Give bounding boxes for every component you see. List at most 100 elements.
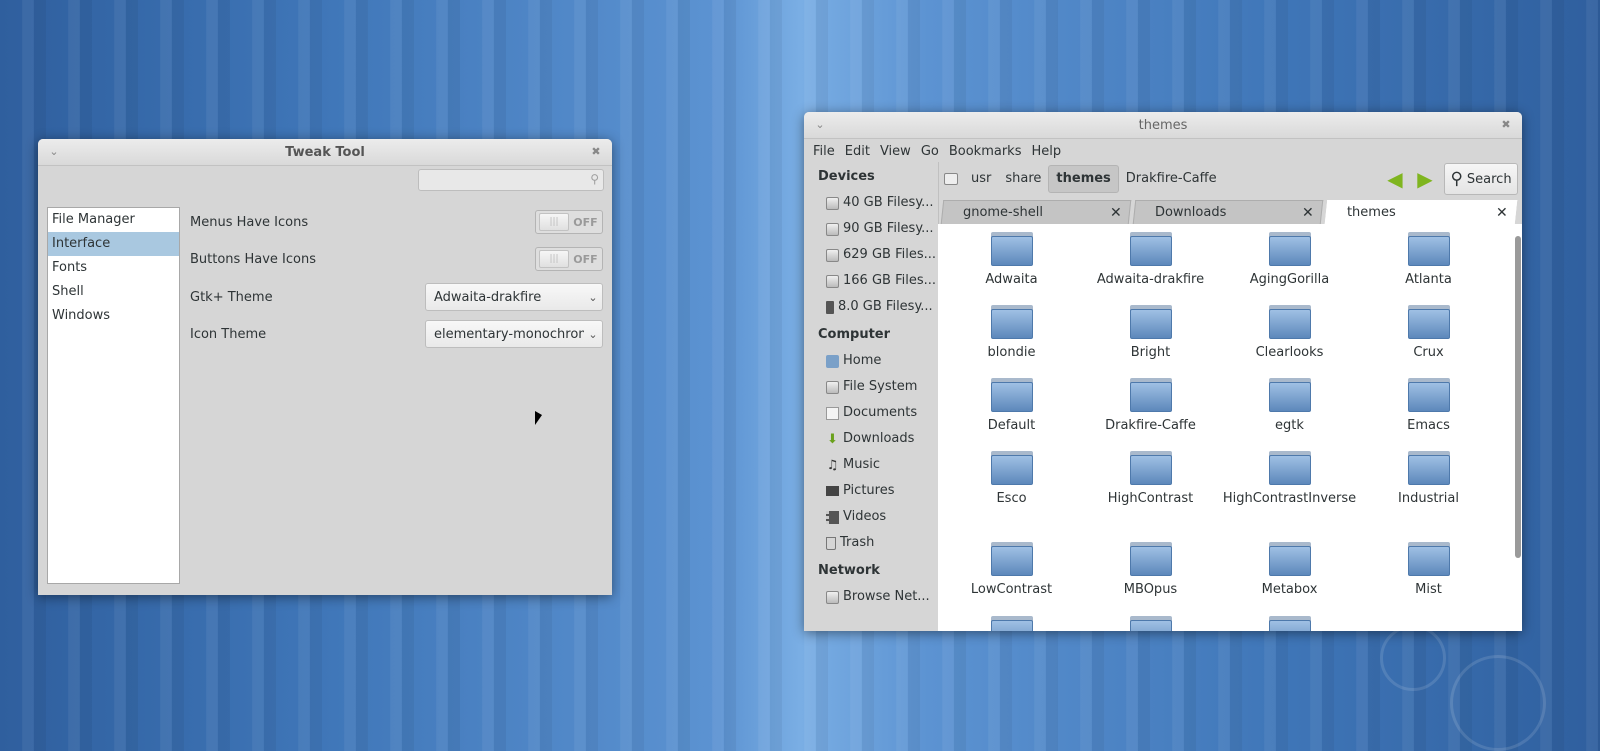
sidebar-item-downloads[interactable]: ⬇ Downloads [804, 426, 938, 452]
folder-item[interactable]: Esco [942, 451, 1081, 508]
sidebar-item-label: Trash [840, 535, 875, 550]
path-button-themes[interactable]: themes [1048, 165, 1119, 193]
sidebar-item-device[interactable]: 8.0 GB Filesy... [804, 294, 938, 320]
category-shell[interactable]: Shell [48, 280, 179, 304]
folder-item[interactable]: Bright [1081, 305, 1220, 362]
sidebar-item-label: Videos [843, 509, 887, 524]
vertical-scrollbar[interactable] [1514, 224, 1522, 631]
category-fonts[interactable]: Fonts [48, 256, 179, 280]
folder-icon [1407, 451, 1450, 485]
close-icon[interactable]: ✖ [588, 144, 604, 160]
folder-item[interactable]: HighContrastInverse [1220, 451, 1359, 508]
folder-item[interactable]: Clearlooks [1220, 305, 1359, 362]
places-sidebar: Devices 40 GB Filesy... 90 GB Filesy... … [804, 162, 939, 631]
folder-item[interactable]: Crux [1359, 305, 1498, 362]
path-bar: usr share themes Drakfire-Caffe ◀ ▶ ⚲ Se… [938, 162, 1522, 196]
close-tab-icon[interactable]: ✕ [1103, 205, 1129, 221]
folder-item[interactable]: Drakfire-Caffe [1081, 378, 1220, 435]
folder-item[interactable]: Adwaita [942, 232, 1081, 289]
folder-item[interactable] [1081, 616, 1220, 631]
trash-icon [826, 536, 836, 550]
switch-state: OFF [573, 252, 598, 266]
folder-name: AgingGorilla [1249, 272, 1330, 287]
category-interface[interactable]: Interface [48, 232, 179, 256]
sidebar-item-device[interactable]: 90 GB Filesy... [804, 216, 938, 242]
folder-name: Adwaita [985, 272, 1038, 287]
folder-item[interactable] [942, 616, 1081, 631]
path-button-drakfire-caffe[interactable]: Drakfire-Caffe [1119, 166, 1224, 192]
path-button-usr[interactable]: usr [964, 166, 998, 192]
menu-bookmarks[interactable]: Bookmarks [944, 144, 1027, 159]
sidebar-item-device[interactable]: 166 GB Files... [804, 268, 938, 294]
window-menu-icon[interactable]: ⌄ [46, 144, 62, 160]
folder-icon [990, 542, 1033, 576]
tweak-titlebar[interactable]: ⌄ Tweak Tool ✖ [38, 139, 612, 166]
sidebar-item-trash[interactable]: Trash [804, 530, 938, 556]
folder-name: Emacs [1407, 418, 1450, 433]
menus-icons-switch[interactable]: ||| OFF [535, 210, 603, 234]
tab-downloads[interactable]: Downloads ✕ [1132, 200, 1324, 224]
sidebar-item-music[interactable]: ♫ Music [804, 452, 938, 478]
folder-item[interactable]: HighContrast [1081, 451, 1220, 508]
sidebar-item-documents[interactable]: Documents [804, 400, 938, 426]
folder-icon-view[interactable]: Adwaita Adwaita-drakfire AgingGorilla Atlan… [938, 224, 1514, 631]
folder-item[interactable]: blondie [942, 305, 1081, 362]
tab-gnome-shell[interactable]: gnome-shell ✕ [940, 200, 1132, 224]
sidebar-item-device[interactable]: 629 GB Files... [804, 242, 938, 268]
search-input[interactable]: ⚲ [418, 169, 604, 191]
sidebar-item-browse-network[interactable]: Browse Net... [804, 584, 938, 610]
search-button[interactable]: ⚲ Search [1444, 163, 1518, 195]
folder-icon [1129, 378, 1172, 412]
folder-name: LowContrast [970, 582, 1053, 597]
gtk-theme-combo[interactable]: Adwaita-drakfire ⌄ [425, 283, 603, 311]
sidebar-item-file-system[interactable]: File System [804, 374, 938, 400]
files-titlebar[interactable]: ⌄ themes ✖ [804, 112, 1522, 139]
folder-item[interactable]: LowContrast [942, 542, 1081, 599]
tab-themes[interactable]: themes ✕ [1324, 200, 1518, 224]
folder-name: HighContrast [1107, 491, 1194, 506]
folder-item[interactable]: Default [942, 378, 1081, 435]
sidebar-item-pictures[interactable]: Pictures [804, 478, 938, 504]
icon-theme-combo[interactable]: elementary-monochrome ⌄ [425, 320, 603, 348]
category-list: File Manager Interface Fonts Shell Windo… [47, 207, 180, 584]
close-icon[interactable]: ✖ [1498, 117, 1514, 133]
forward-arrow-icon[interactable]: ▶ [1414, 169, 1436, 189]
folder-item[interactable]: Metabox [1220, 542, 1359, 599]
folder-item[interactable]: Adwaita-drakfire [1081, 232, 1220, 289]
wallpaper-ring [1380, 625, 1446, 691]
folder-item[interactable]: MBOpus [1081, 542, 1220, 599]
sidebar-item-videos[interactable]: Videos [804, 504, 938, 530]
folder-item[interactable] [1220, 616, 1359, 631]
menu-help[interactable]: Help [1026, 144, 1066, 159]
category-file-manager[interactable]: File Manager [48, 208, 179, 232]
buttons-icons-switch[interactable]: ||| OFF [535, 247, 603, 271]
folder-item[interactable]: AgingGorilla [1220, 232, 1359, 289]
folder-icon [1268, 232, 1311, 266]
folder-name: Industrial [1398, 491, 1459, 506]
menu-file[interactable]: File [808, 144, 840, 159]
path-root-button[interactable] [938, 166, 964, 192]
menu-edit[interactable]: Edit [840, 144, 875, 159]
folder-item[interactable]: Atlanta [1359, 232, 1498, 289]
folder-icon [990, 616, 1033, 631]
close-tab-icon[interactable]: ✕ [1295, 205, 1321, 221]
folder-item[interactable]: Mist [1359, 542, 1498, 599]
folder-item[interactable]: Emacs [1359, 378, 1498, 435]
folder-item[interactable]: Industrial [1359, 451, 1498, 508]
close-tab-icon[interactable]: ✕ [1489, 205, 1515, 221]
back-arrow-icon[interactable]: ◀ [1384, 169, 1406, 189]
folder-item[interactable]: egtk [1220, 378, 1359, 435]
download-icon: ⬇ [827, 431, 838, 447]
menu-go[interactable]: Go [916, 144, 944, 159]
path-button-share[interactable]: share [998, 166, 1048, 192]
window-menu-icon[interactable]: ⌄ [812, 117, 828, 133]
folder-name: Clearlooks [1255, 345, 1324, 360]
sidebar-item-device[interactable]: 40 GB Filesy... [804, 190, 938, 216]
folder-name: HighContrastInverse [1222, 491, 1357, 506]
wallpaper-ring [1450, 655, 1546, 751]
folder-icon [1407, 542, 1450, 576]
sidebar-item-home[interactable]: Home [804, 348, 938, 374]
scrollbar-thumb[interactable] [1515, 236, 1521, 558]
category-windows[interactable]: Windows [48, 304, 179, 328]
menu-view[interactable]: View [875, 144, 916, 159]
